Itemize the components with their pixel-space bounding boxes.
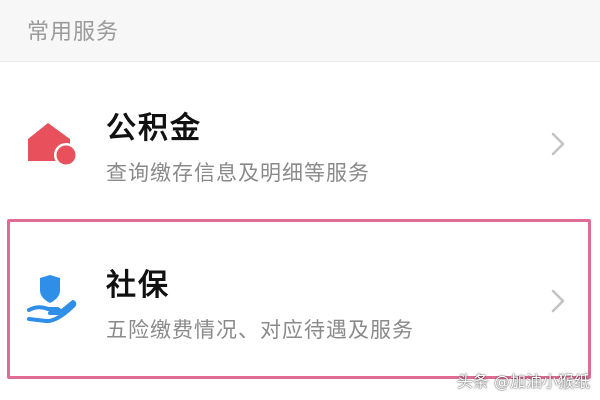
chevron-right-icon [551, 132, 565, 156]
service-title: 社保 [106, 268, 170, 303]
service-item-housing-fund[interactable]: 公积金 查询缴存信息及明细等服务 [0, 63, 600, 215]
chevron-right-icon [551, 289, 565, 313]
service-description: 五险缴费情况、对应待遇及服务 [106, 318, 414, 342]
watermark: 头条 @加油小猴纸 [456, 372, 590, 391]
service-title: 公积金 [106, 111, 202, 146]
shield-hand-icon [27, 275, 77, 324]
house-icon [28, 123, 78, 167]
section-title: 常用服务 [27, 20, 120, 45]
service-item-social-security[interactable]: 社保 五险缴费情况、对应待遇及服务 [0, 218, 600, 380]
service-description: 查询缴存信息及明细等服务 [106, 161, 370, 185]
section-header: 常用服务 [0, 0, 600, 62]
